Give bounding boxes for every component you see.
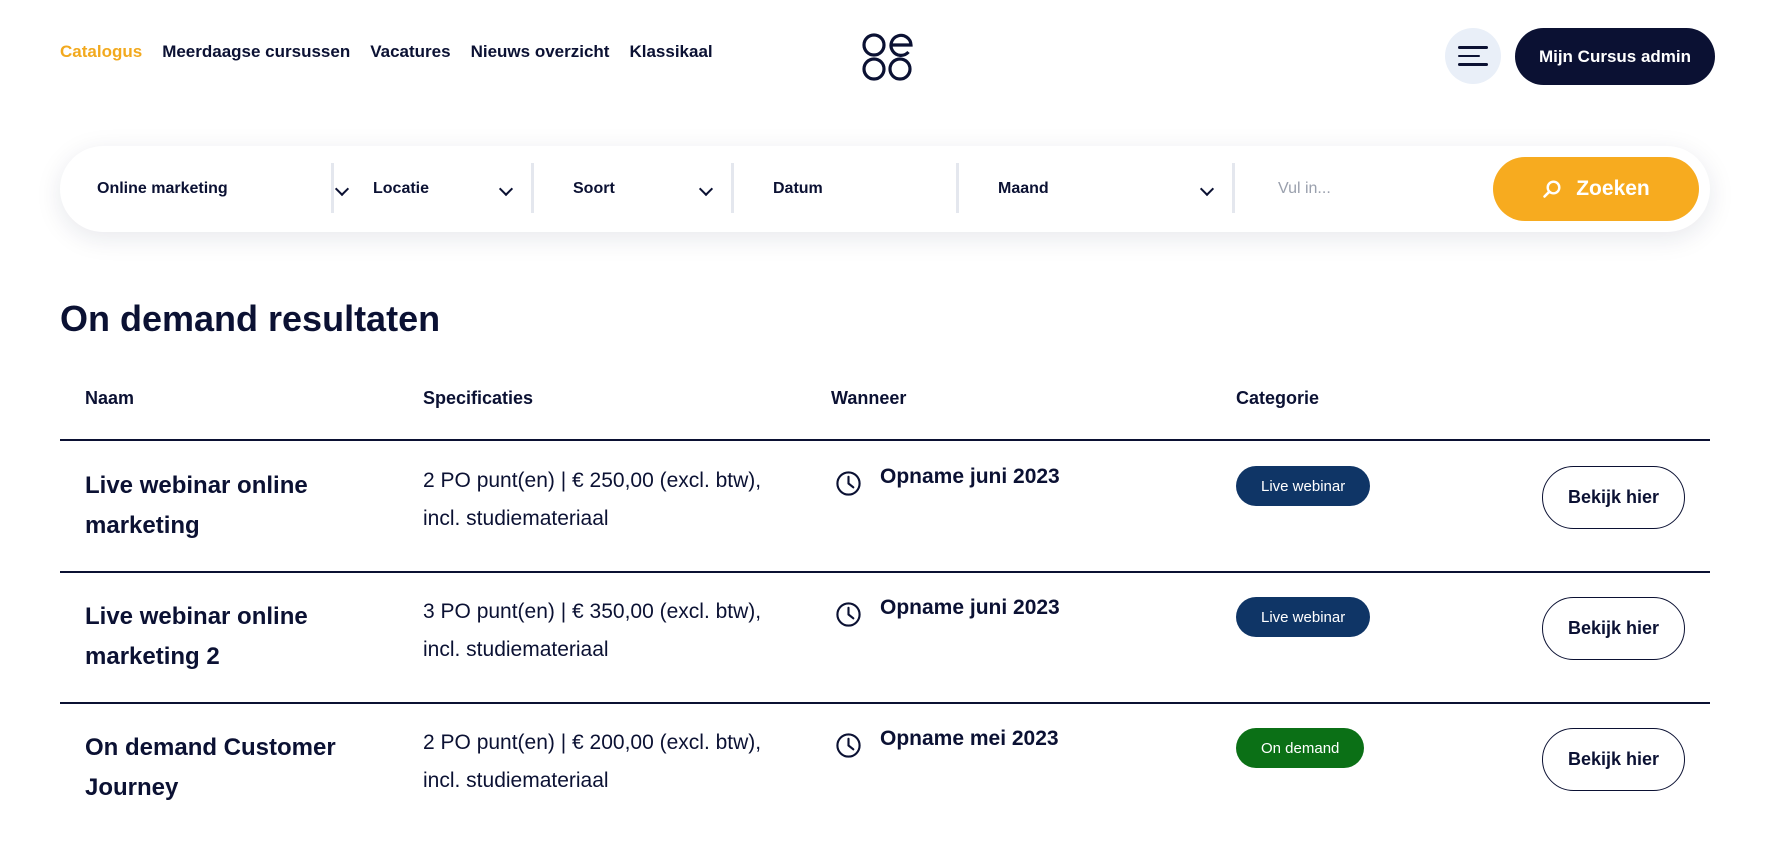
divider — [1232, 163, 1235, 213]
clock-icon — [836, 602, 861, 627]
search-input[interactable] — [1278, 171, 1478, 207]
type-select-value: Soort — [573, 180, 615, 197]
column-header-when: Wanneer — [831, 388, 907, 408]
column-header-name: Naam — [85, 388, 135, 408]
month-select-value: Maand — [998, 180, 1049, 197]
divider — [331, 163, 334, 213]
category-select[interactable]: Online marketing — [97, 146, 350, 232]
search-button-label: Zoeken — [1576, 177, 1650, 200]
bekijk-hier-button[interactable]: Bekijk hier — [1542, 466, 1685, 529]
chevron-down-icon — [1199, 181, 1215, 197]
divider — [731, 163, 734, 213]
category-select-value: Online marketing — [97, 180, 228, 197]
course-when: Opname mei 2023 — [880, 727, 1059, 750]
nav-item-vacatures[interactable]: Vacatures — [370, 42, 450, 62]
nav-item-catalogus[interactable]: Catalogus — [60, 42, 142, 62]
month-select[interactable]: Maand — [998, 146, 1238, 232]
chevron-down-icon — [498, 181, 514, 197]
column-header-specs: Specificaties — [423, 388, 534, 408]
date-field-value: Datum — [773, 180, 823, 197]
brand-logo-icon[interactable] — [860, 32, 914, 82]
course-when: Opname juni 2023 — [880, 596, 1060, 619]
location-select[interactable]: Locatie — [373, 146, 523, 232]
course-name[interactable]: Live webinar online marketing 2 — [85, 597, 365, 677]
nav-item-meerdaagse-cursussen[interactable]: Meerdaagse cursussen — [162, 42, 350, 62]
site-header: Catalogus Meerdaagse cursussen Vacatures… — [0, 0, 1773, 110]
bekijk-hier-button[interactable]: Bekijk hier — [1542, 728, 1685, 791]
course-when: Opname juni 2023 — [880, 465, 1060, 488]
chevron-down-icon — [698, 181, 714, 197]
table-row: Live webinar online marketing 2 3 PO pun… — [0, 571, 1773, 702]
nav-item-nieuws-overzicht[interactable]: Nieuws overzicht — [471, 42, 610, 62]
column-header-category: Categorie — [1236, 388, 1320, 408]
clock-icon — [836, 471, 861, 496]
category-badge: On demand — [1236, 728, 1365, 768]
bekijk-hier-button[interactable]: Bekijk hier — [1542, 597, 1685, 660]
search-button[interactable]: Zoeken — [1493, 157, 1699, 221]
main-nav: Catalogus Meerdaagse cursussen Vacatures… — [60, 42, 713, 62]
page-title: On demand resultaten — [60, 298, 441, 339]
search-icon — [1543, 180, 1561, 198]
location-select-value: Locatie — [373, 180, 430, 197]
search-filter-bar: Online marketing Locatie Soort Datum Maa… — [60, 146, 1710, 232]
mijn-cursus-admin-button[interactable]: Mijn Cursus admin — [1515, 28, 1715, 85]
nav-item-klassikaal[interactable]: Klassikaal — [629, 42, 712, 62]
chevron-down-icon — [334, 181, 350, 197]
course-specs: 3 PO punt(en) | € 350,00 (excl. btw), in… — [423, 600, 762, 661]
table-row: Live webinar online marketing 2 PO punt(… — [0, 440, 1773, 571]
divider — [956, 163, 959, 213]
category-badge: Live webinar — [1236, 597, 1371, 637]
category-badge: Live webinar — [1236, 466, 1371, 506]
date-field[interactable]: Datum — [773, 146, 953, 232]
course-specs: 2 PO punt(en) | € 200,00 (excl. btw), in… — [423, 731, 762, 792]
hamburger-menu-icon[interactable] — [1445, 28, 1501, 84]
course-name[interactable]: Live webinar online marketing — [85, 466, 365, 546]
table-row: On demand Customer Journey 2 PO punt(en)… — [0, 702, 1773, 833]
type-select[interactable]: Soort — [573, 146, 723, 232]
course-specs: 2 PO punt(en) | € 250,00 (excl. btw), in… — [423, 469, 762, 530]
clock-icon — [836, 733, 861, 758]
course-name[interactable]: On demand Customer Journey — [85, 728, 365, 808]
divider — [531, 163, 534, 213]
